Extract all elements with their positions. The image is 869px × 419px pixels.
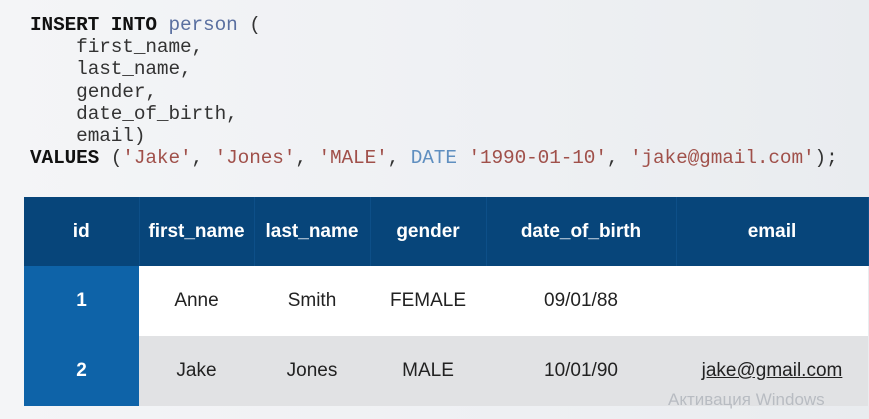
sql-close: ); [814, 147, 838, 170]
sql-insert-statement: INSERT INTO person ( first_name, last_na… [30, 14, 838, 170]
sql-table-name: person [168, 14, 238, 36]
cell-id: 2 [24, 336, 139, 406]
sql-column: date_of_birth, [76, 102, 238, 125]
column-header-date-of-birth: date_of_birth [486, 197, 677, 266]
sql-column: last_name, [76, 58, 192, 81]
sql-value: 'jake@gmail.com' [629, 147, 815, 170]
sql-paren: ( [99, 147, 123, 170]
column-header-first-name: first_name [139, 197, 255, 266]
email-link[interactable]: jake@gmail.com [702, 360, 843, 381]
cell-email [676, 266, 868, 336]
sql-value: 'MALE' [318, 147, 388, 170]
sql-value: 'Jake' [122, 147, 192, 170]
sql-value: '1990-01-10' [468, 147, 607, 170]
cell-date-of-birth: 10/01/90 [486, 336, 676, 406]
sql-value: 'Jones' [214, 147, 296, 170]
cell-date-of-birth: 09/01/88 [486, 266, 676, 336]
column-header-id: id [24, 197, 140, 266]
cell-gender: FEMALE [370, 266, 486, 336]
cell-last-name: Jones [254, 336, 370, 406]
column-header-last-name: last_name [254, 197, 371, 266]
windows-activation-watermark: Активация Windows [668, 390, 825, 409]
sql-column: first_name, [76, 36, 204, 59]
cell-first-name: Anne [139, 266, 254, 336]
sql-column: email) [76, 125, 146, 148]
sql-column: gender, [76, 80, 157, 103]
table-row: 1 Anne Smith FEMALE 09/01/88 [24, 266, 868, 336]
cell-first-name: Jake [139, 336, 254, 406]
sql-keyword: INSERT INTO [30, 14, 157, 36]
cell-id: 1 [24, 266, 139, 336]
column-header-email: email [676, 197, 869, 266]
table-header-row: id first_name last_name gender date_of_b… [24, 197, 869, 266]
sql-paren: ( [237, 14, 261, 36]
sql-date-keyword: DATE [410, 147, 457, 170]
sql-values-keyword: VALUES [30, 147, 100, 170]
cell-gender: MALE [370, 336, 486, 406]
person-table: id first_name last_name gender date_of_b… [24, 197, 869, 406]
cell-last-name: Smith [254, 266, 370, 336]
column-header-gender: gender [370, 197, 487, 266]
